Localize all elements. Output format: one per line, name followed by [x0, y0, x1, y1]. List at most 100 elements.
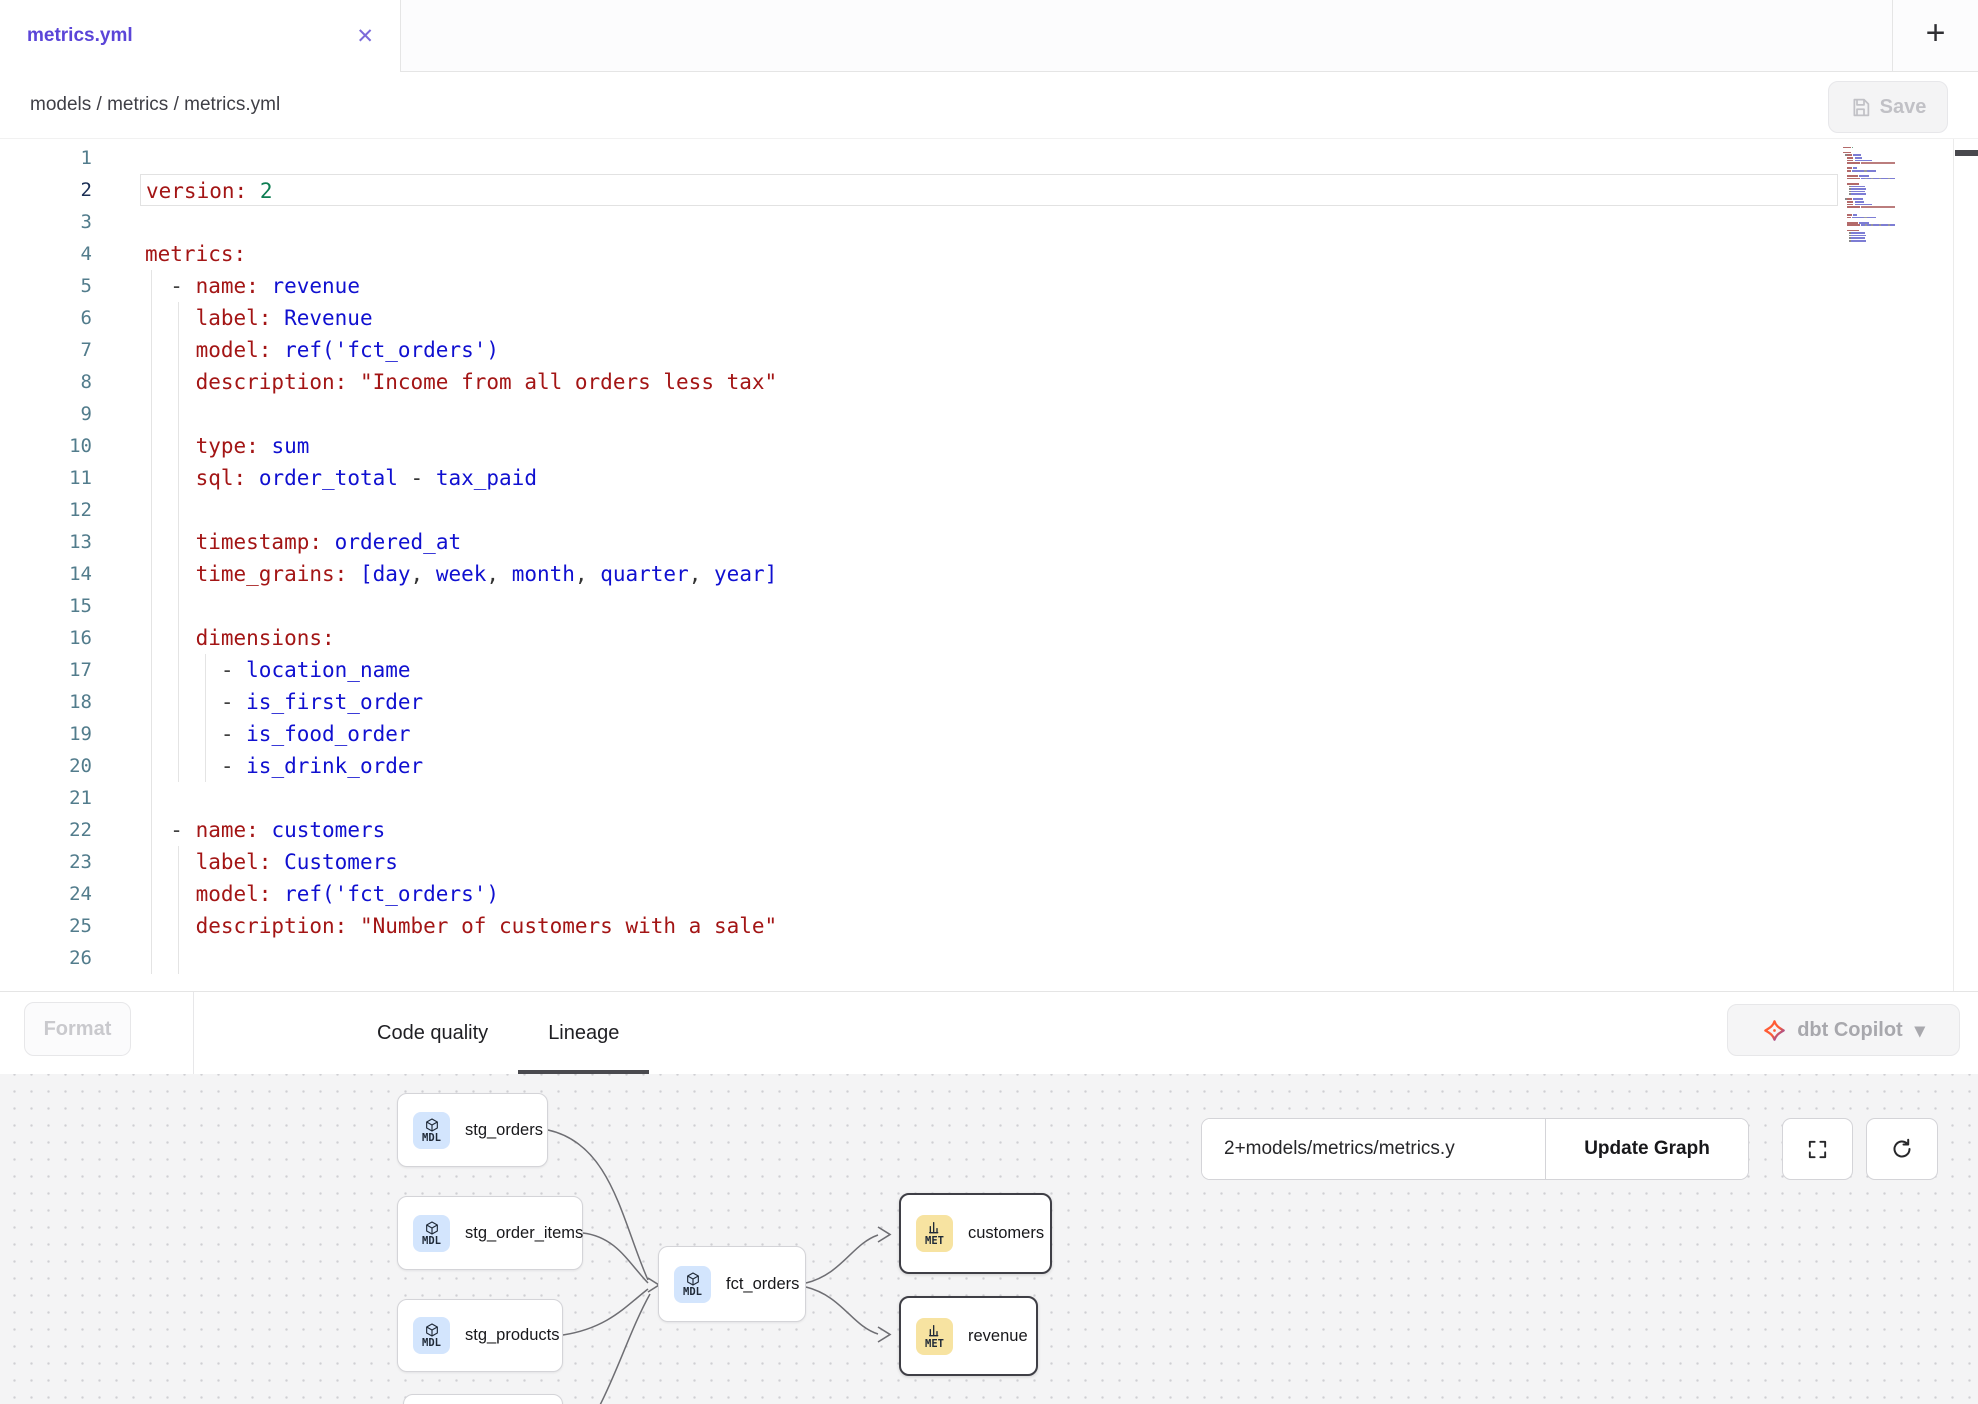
panel-tab-lineage[interactable]: Lineage — [518, 992, 649, 1074]
code-line[interactable]: 11 sql: order_total - tax_paid — [0, 462, 1838, 494]
code-line[interactable]: 9 — [0, 398, 1838, 430]
code-line-content[interactable]: version: 2 — [140, 174, 1838, 206]
code-token — [145, 882, 196, 906]
code-token — [347, 370, 360, 394]
code-line-content[interactable] — [140, 206, 1838, 238]
code-line[interactable]: 3 — [0, 206, 1838, 238]
code-line-content[interactable] — [140, 142, 1838, 174]
lineage-node-customers[interactable]: METcustomers — [899, 1193, 1052, 1274]
code-line-content[interactable]: type: sum — [140, 430, 1838, 462]
code-token: year] — [714, 562, 777, 586]
lineage-node-stg_products[interactable]: MDLstg_products — [397, 1299, 563, 1372]
code-line[interactable]: 26 — [0, 942, 1838, 974]
code-line-content[interactable] — [140, 942, 1838, 974]
code-token: ref('fct_orders') — [284, 338, 499, 362]
code-line-content[interactable]: - location_name — [140, 654, 1838, 686]
code-line[interactable]: 24 model: ref('fct_orders') — [0, 878, 1838, 910]
code-line-content[interactable]: sql: order_total - tax_paid — [140, 462, 1838, 494]
code-line[interactable]: 16 dimensions: — [0, 622, 1838, 654]
line-number: 9 — [0, 398, 92, 430]
code-token: - — [221, 658, 246, 682]
save-button[interactable]: Save — [1828, 81, 1948, 133]
update-graph-button[interactable]: Update Graph — [1545, 1119, 1748, 1179]
code-line-content[interactable]: model: ref('fct_orders') — [140, 878, 1838, 910]
code-line-content[interactable]: metrics: — [140, 238, 1838, 270]
lineage-node-stg_order_items[interactable]: MDLstg_order_items — [397, 1196, 583, 1270]
dbt-copilot-button[interactable]: dbt Copilot ▾ — [1727, 1004, 1960, 1056]
code-line[interactable]: 25 description: "Number of customers wit… — [0, 910, 1838, 942]
code-line[interactable]: 8 description: "Income from all orders l… — [0, 366, 1838, 398]
code-line[interactable]: 15 — [0, 590, 1838, 622]
code-line-content[interactable]: timestamp: ordered_at — [140, 526, 1838, 558]
code-editor[interactable]: 12 version: 234metrics:5 - name: revenue6… — [0, 139, 1978, 991]
line-number: 2 — [0, 174, 92, 206]
code-line-content[interactable] — [140, 494, 1838, 526]
lineage-node-revenue[interactable]: METrevenue — [899, 1296, 1038, 1376]
code-line[interactable]: 19 - is_food_order — [0, 718, 1838, 750]
lineage-node-stg_partial[interactable]: MDL — [403, 1394, 563, 1404]
code-line[interactable]: 18 - is_first_order — [0, 686, 1838, 718]
indent-guide — [151, 654, 152, 686]
code-line-content[interactable]: label: Revenue — [140, 302, 1838, 334]
code-line[interactable]: 14 time_grains: [day, week, month, quart… — [0, 558, 1838, 590]
code-token: customers — [271, 818, 385, 842]
code-line[interactable]: 7 model: ref('fct_orders') — [0, 334, 1838, 366]
lineage-node-fct_orders[interactable]: MDLfct_orders — [658, 1246, 806, 1322]
lineage-node-stg_orders[interactable]: MDLstg_orders — [397, 1093, 548, 1167]
code-token: ordered_at — [335, 530, 461, 554]
refresh-button[interactable] — [1866, 1118, 1938, 1180]
code-line-content[interactable]: - is_first_order — [140, 686, 1838, 718]
editor-scrollbar-thumb[interactable] — [1955, 150, 1978, 156]
code-line-content[interactable] — [140, 590, 1838, 622]
code-line-content[interactable]: description: "Income from all orders les… — [140, 366, 1838, 398]
save-icon — [1850, 97, 1871, 118]
code-line[interactable]: 1 — [0, 142, 1838, 174]
code-token — [271, 850, 284, 874]
editor-scrollbar-track[interactable] — [1953, 139, 1978, 991]
close-tab-icon[interactable]: ✕ — [352, 24, 378, 49]
code-line[interactable]: 4metrics: — [0, 238, 1838, 270]
code-line-content[interactable]: label: Customers — [140, 846, 1838, 878]
code-line-content[interactable]: - name: revenue — [140, 270, 1838, 302]
tab-metrics-yml[interactable]: metrics.yml ✕ — [0, 0, 401, 72]
minimap[interactable] — [1843, 144, 1948, 243]
code-token: month — [512, 562, 575, 586]
code-line[interactable]: 17 - location_name — [0, 654, 1838, 686]
code-token: type: — [196, 434, 259, 458]
code-line[interactable]: 13 timestamp: ordered_at — [0, 526, 1838, 558]
code-line-content[interactable]: - name: customers — [140, 814, 1838, 846]
code-line-content[interactable]: time_grains: [day, week, month, quarter,… — [140, 558, 1838, 590]
code-line[interactable]: 12 — [0, 494, 1838, 526]
code-line[interactable]: 21 — [0, 782, 1838, 814]
code-line[interactable]: 22 - name: customers — [0, 814, 1838, 846]
code-line-content[interactable] — [140, 782, 1838, 814]
code-token — [145, 434, 196, 458]
code-token — [347, 562, 360, 586]
code-line[interactable]: 6 label: Revenue — [0, 302, 1838, 334]
code-line[interactable]: 10 type: sum — [0, 430, 1838, 462]
lineage-selector-input[interactable] — [1202, 1119, 1545, 1179]
format-button[interactable]: Format — [24, 1002, 131, 1056]
code-token: sql: — [196, 466, 247, 490]
code-line[interactable]: 23 label: Customers — [0, 846, 1838, 878]
code-line-content[interactable]: description: "Number of customers with a… — [140, 910, 1838, 942]
code-line-content[interactable] — [140, 398, 1838, 430]
indent-guide — [178, 590, 179, 622]
indent-guide — [178, 622, 179, 654]
badge-label: MET — [925, 1339, 944, 1350]
fullscreen-icon — [1806, 1138, 1829, 1161]
code-token — [259, 274, 272, 298]
new-tab-button[interactable]: + — [1892, 0, 1978, 72]
code-line-content[interactable]: - is_food_order — [140, 718, 1838, 750]
lineage-canvas[interactable]: Update Graph MDLstg_orders MDLstg_order_i… — [0, 1074, 1978, 1404]
fullscreen-button[interactable] — [1782, 1118, 1853, 1180]
code-line[interactable]: 5 - name: revenue — [0, 270, 1838, 302]
line-number: 11 — [0, 462, 92, 494]
chevron-down-icon: ▾ — [1915, 1018, 1925, 1043]
code-line-content[interactable]: model: ref('fct_orders') — [140, 334, 1838, 366]
code-line[interactable]: 2 version: 2 — [0, 174, 1838, 206]
code-line[interactable]: 20 - is_drink_order — [0, 750, 1838, 782]
panel-tab-code-quality[interactable]: Code quality — [347, 992, 518, 1074]
code-line-content[interactable]: - is_drink_order — [140, 750, 1838, 782]
code-line-content[interactable]: dimensions: — [140, 622, 1838, 654]
